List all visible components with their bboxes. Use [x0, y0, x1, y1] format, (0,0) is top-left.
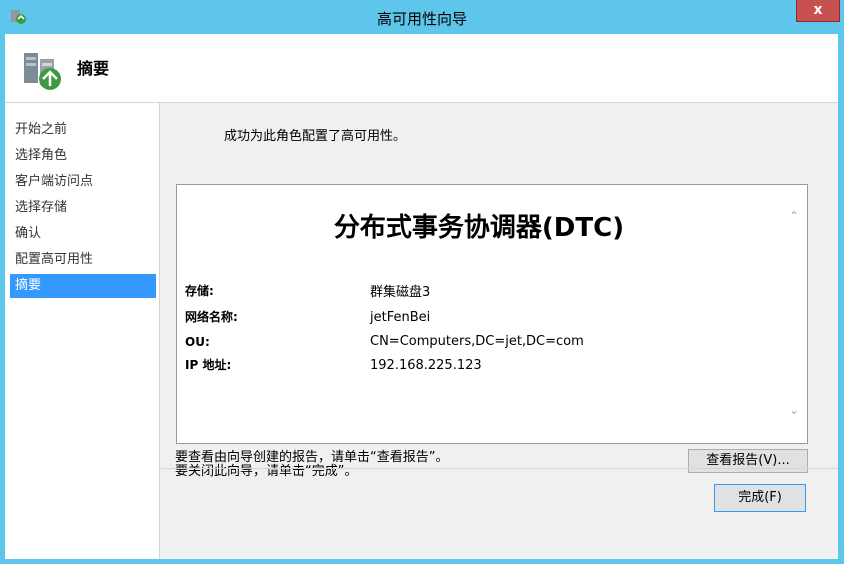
report-title: 分布式事务协调器(DTC)	[333, 213, 625, 243]
window-title: 高可用性向导	[376, 10, 467, 28]
wizard-header: 摘要	[5, 34, 838, 103]
report-value-ip-address: 192.168.225.123	[370, 358, 482, 373]
wizard-main-panel: 成功为此角色配置了高可用性。 分布式事务协调器(DTC) 存储: 群集磁盘3 网…	[160, 103, 838, 559]
wizard-client-area: 摘要 开始之前 选择角色 客户端访问点 选择存储 确认 配置高可用性 摘要 成功…	[5, 34, 838, 559]
report-label-ou: OU:	[185, 335, 210, 349]
finish-button[interactable]: 完成(F)	[714, 484, 806, 512]
server-wizard-icon	[24, 53, 61, 90]
nav-step-confirmation[interactable]: 确认	[10, 222, 156, 246]
success-message: 成功为此角色配置了高可用性。	[224, 129, 407, 144]
report-value-network-name: jetFenBei	[370, 310, 431, 325]
nav-step-summary[interactable]: 摘要	[10, 274, 156, 298]
report-label-ip-address: IP 地址:	[185, 358, 232, 372]
summary-report-box[interactable]: 分布式事务协调器(DTC) 存储: 群集磁盘3 网络名称: jetFenBei …	[176, 184, 808, 444]
instructions-text: 要查看由向导创建的报告，请单击“查看报告”。 要关闭此向导，请单击“完成”。	[175, 451, 448, 479]
title-bar: 高可用性向导 x	[0, 0, 844, 34]
close-button[interactable]: x	[796, 0, 840, 22]
footer-divider	[160, 468, 838, 469]
wizard-step-nav: 开始之前 选择角色 客户端访问点 选择存储 确认 配置高可用性 摘要	[5, 103, 160, 559]
scroll-down-arrow-icon[interactable]: ⌄	[786, 403, 802, 419]
view-report-button[interactable]: 查看报告(V)...	[688, 449, 808, 473]
report-value-ou: CN=Computers,DC=jet,DC=com	[370, 334, 584, 349]
wizard-window: 高可用性向导 x 摘要 开始之前 选择角色 客户端访问点 选择存储 确认 配置高…	[0, 0, 844, 564]
nav-step-select-storage[interactable]: 选择存储	[10, 196, 156, 220]
report-value-storage: 群集磁盘3	[370, 285, 431, 300]
instruction-view-report: 要查看由向导创建的报告，请单击“查看报告”。	[175, 450, 449, 465]
nav-step-select-role[interactable]: 选择角色	[10, 144, 156, 168]
report-label-network-name: 网络名称:	[185, 310, 238, 324]
nav-step-client-access-point[interactable]: 客户端访问点	[10, 170, 156, 194]
nav-step-configure-ha[interactable]: 配置高可用性	[10, 248, 156, 272]
report-label-storage: 存储:	[185, 284, 214, 298]
nav-step-before-you-begin[interactable]: 开始之前	[10, 118, 156, 142]
scroll-up-arrow-icon[interactable]: ⌃	[786, 209, 802, 225]
page-title: 摘要	[77, 59, 110, 78]
